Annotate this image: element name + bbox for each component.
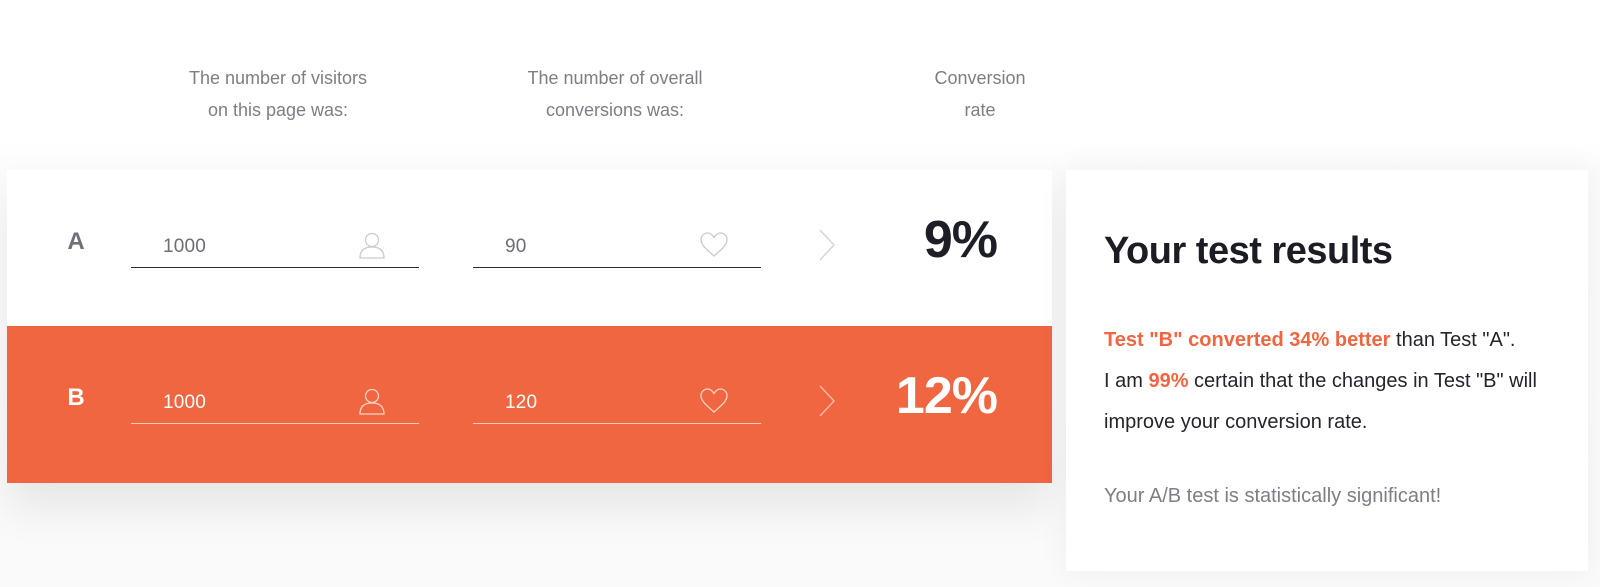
chevron-right-icon bbox=[819, 385, 835, 417]
rate-header-line-1: Conversion bbox=[934, 68, 1026, 88]
heart-icon bbox=[700, 232, 728, 257]
user-icon bbox=[359, 388, 385, 415]
ab-test-calculator: The number of visitors on this page was:… bbox=[0, 0, 1600, 587]
visitors-column-header: The number of visitors on this page was: bbox=[158, 62, 398, 126]
variant-label-b: B bbox=[67, 384, 85, 411]
certainty-prefix: I am bbox=[1104, 370, 1149, 392]
results-title: Your test results bbox=[1104, 230, 1393, 272]
user-icon bbox=[359, 232, 385, 259]
results-summary: Test "B" converted 34% better than Test … bbox=[1104, 320, 1554, 443]
rate-header-line-2: rate bbox=[964, 100, 996, 120]
visitors-value-a[interactable]: 1000 bbox=[163, 236, 206, 258]
improvement-highlight: Test "B" converted 34% better bbox=[1104, 329, 1391, 351]
visitors-input-a[interactable]: 1000 bbox=[131, 224, 419, 268]
conversions-value-a[interactable]: 90 bbox=[505, 236, 527, 258]
visitors-value-b[interactable]: 1000 bbox=[163, 392, 206, 414]
improvement-text: than Test "A". bbox=[1390, 329, 1516, 351]
conversion-rate-b: 12% bbox=[895, 367, 998, 425]
significance-message: Your A/B test is statistically significa… bbox=[1104, 485, 1442, 507]
conversions-header-line-1: The number of overall bbox=[527, 68, 703, 88]
conversions-column-header: The number of overall conversions was: bbox=[495, 62, 735, 126]
visitors-header-line-2: on this page was: bbox=[207, 100, 349, 120]
visitors-input-b[interactable]: 1000 bbox=[131, 380, 419, 424]
test-results-card: Your test results Test "B" converted 34%… bbox=[1066, 170, 1588, 571]
chevron-right-icon bbox=[819, 229, 835, 261]
conversions-input-a[interactable]: 90 bbox=[473, 224, 761, 268]
variant-row-b: B 1000 120 12% bbox=[7, 326, 1052, 483]
variant-row-a: A 1000 90 9% bbox=[7, 170, 1052, 326]
visitors-header-line-1: The number of visitors bbox=[188, 68, 368, 88]
conversions-header-line-2: conversions was: bbox=[545, 100, 685, 120]
conversions-input-b[interactable]: 120 bbox=[473, 380, 761, 424]
heart-icon bbox=[700, 388, 728, 413]
variant-label-a: A bbox=[67, 228, 85, 255]
conversion-rate-a: 9% bbox=[923, 211, 998, 269]
certainty-value: 99% bbox=[1148, 370, 1189, 392]
variant-table: A 1000 90 9% B 1000 120 12% bbox=[7, 170, 1052, 483]
conversions-value-b[interactable]: 120 bbox=[505, 392, 537, 414]
conversion-rate-column-header: Conversion rate bbox=[860, 62, 1100, 126]
